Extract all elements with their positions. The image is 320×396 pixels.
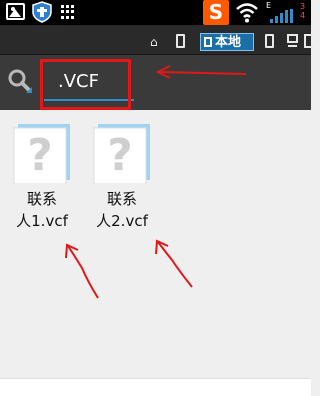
unknown-file-icon: ? — [13, 124, 70, 184]
file-item[interactable]: ? 联系 人1.vcf — [2, 122, 82, 242]
location-tab-bar: ⌂ 本地 — [0, 25, 313, 55]
phone-icon[interactable] — [265, 34, 274, 48]
computer-stand — [288, 45, 297, 47]
tab-local[interactable]: 本地 — [200, 33, 254, 51]
status-bar: S E 3 4 — [0, 0, 311, 25]
home-icon[interactable]: ⌂ — [150, 36, 158, 48]
search-icon[interactable] — [7, 68, 33, 94]
wifi-icon — [236, 3, 258, 23]
shield-icon — [32, 1, 52, 23]
file-name: 联系 人1.vcf — [16, 190, 68, 230]
phone-icon[interactable] — [176, 34, 185, 48]
signal-icon — [270, 9, 293, 23]
unknown-file-icon: ? — [93, 124, 150, 184]
grid-icon — [61, 5, 76, 19]
svg-text:?: ? — [107, 130, 133, 181]
svg-text:?: ? — [27, 130, 53, 181]
gallery-icon — [6, 3, 25, 20]
phone-icon[interactable] — [304, 34, 313, 48]
sogou-icon: S — [203, 0, 229, 25]
arrow-to-file-1 — [65, 243, 99, 299]
battery-icon: 3 4 — [300, 2, 306, 20]
arrow-to-file-2 — [155, 239, 193, 288]
bottom-strip — [0, 378, 311, 396]
phone-icon — [204, 37, 212, 47]
computer-icon[interactable] — [287, 34, 298, 43]
tab-local-label: 本地 — [215, 35, 242, 50]
file-item[interactable]: ? 联系 人2.vcf — [82, 122, 162, 242]
annotation-highlight-box — [40, 59, 131, 110]
file-name: 联系 人2.vcf — [96, 190, 148, 230]
